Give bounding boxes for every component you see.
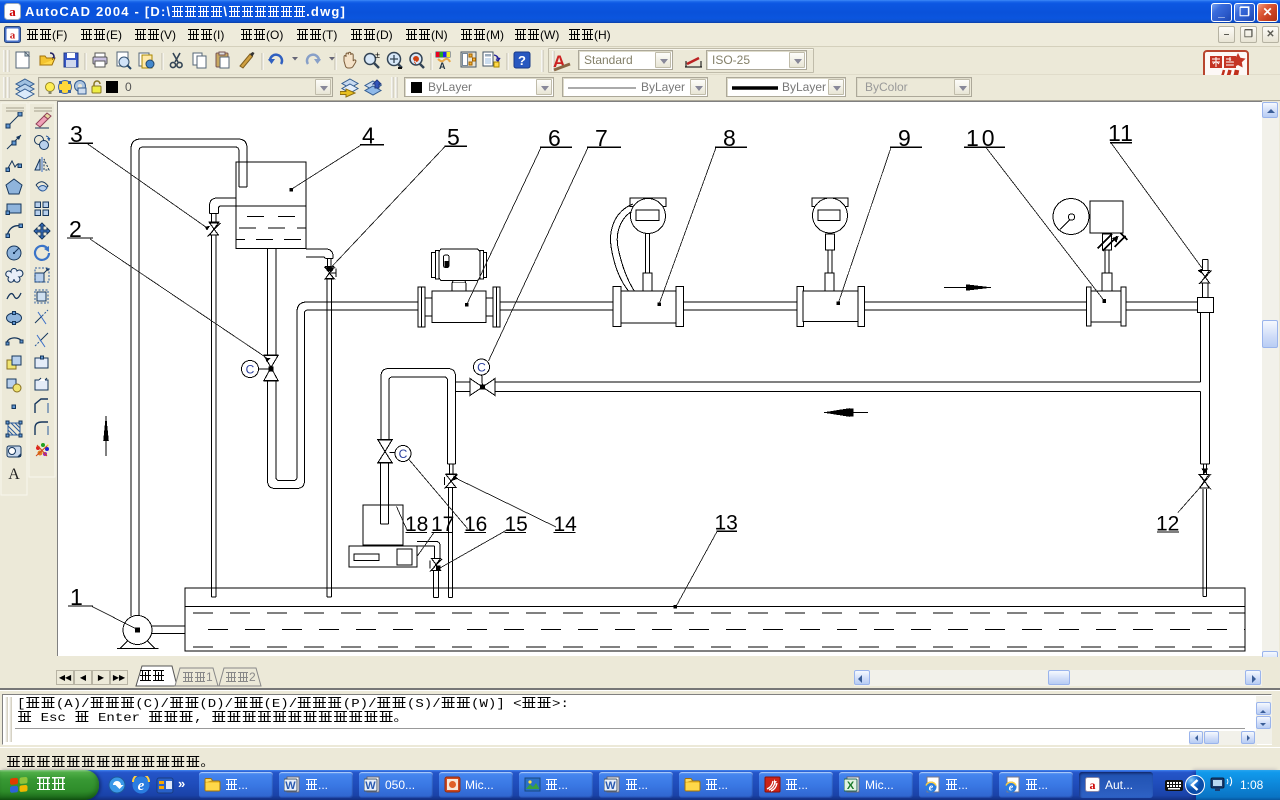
svg-text:1: 1 bbox=[70, 584, 83, 610]
svg-text:7: 7 bbox=[595, 125, 608, 151]
svg-text:13: 13 bbox=[715, 512, 738, 535]
svg-text:16: 16 bbox=[464, 513, 487, 536]
svg-text:A: A bbox=[439, 61, 446, 71]
svg-text:±: ± bbox=[375, 50, 380, 60]
svg-text:C: C bbox=[246, 363, 255, 377]
svg-text:?: ? bbox=[518, 53, 526, 68]
svg-text:17: 17 bbox=[431, 513, 454, 536]
svg-text:C: C bbox=[399, 447, 408, 461]
svg-text:a: a bbox=[10, 30, 16, 42]
svg-text:9: 9 bbox=[898, 125, 911, 151]
svg-text:5: 5 bbox=[447, 124, 460, 150]
svg-text:18: 18 bbox=[405, 513, 428, 536]
svg-text:8: 8 bbox=[723, 125, 736, 151]
svg-text:4: 4 bbox=[362, 123, 375, 149]
svg-text:10: 10 bbox=[966, 125, 998, 151]
svg-text:15: 15 bbox=[505, 513, 528, 536]
svg-text:2: 2 bbox=[69, 216, 82, 242]
svg-text:12: 12 bbox=[1156, 513, 1179, 536]
svg-text:11: 11 bbox=[1108, 120, 1134, 146]
svg-text:6: 6 bbox=[548, 125, 561, 151]
svg-text:A: A bbox=[8, 466, 20, 483]
svg-text:3: 3 bbox=[70, 121, 83, 147]
svg-text:a: a bbox=[9, 4, 16, 19]
svg-text:C: C bbox=[477, 361, 486, 375]
svg-text:14: 14 bbox=[554, 513, 578, 536]
